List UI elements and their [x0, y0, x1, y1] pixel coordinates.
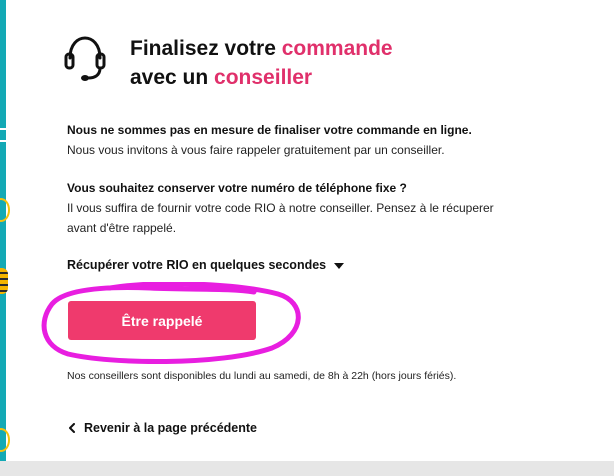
- availability-text: Nos conseillers sont disponibles du lund…: [67, 370, 457, 382]
- title-line1-prefix: Finalisez votre: [130, 37, 282, 60]
- phone-number-block: Vous souhaitez conserver votre numéro de…: [67, 178, 567, 238]
- left-decorative-strip: [0, 0, 6, 461]
- notice-text: Nous vous invitons à vous faire rappeler…: [67, 143, 445, 157]
- decorative-dash: [0, 140, 6, 142]
- callback-button[interactable]: Être rappelé: [68, 301, 256, 340]
- title-line2-accent: conseiller: [214, 66, 313, 89]
- back-link[interactable]: Revenir à la page précédente: [68, 421, 257, 435]
- decorative-bee-icon: [0, 268, 8, 294]
- decorative-dash: [0, 128, 6, 130]
- rio-toggle[interactable]: Récupérer votre RIO en quelques secondes: [67, 258, 345, 272]
- title-line1-accent: commande: [281, 37, 393, 60]
- headset-icon: [64, 36, 106, 81]
- page-title: Finalisez votre commande avec un conseil…: [130, 34, 393, 92]
- phone-number-text-line1: Il vous suffira de fournir votre code RI…: [67, 201, 494, 215]
- phone-number-heading: Vous souhaitez conserver votre numéro de…: [67, 181, 407, 195]
- page: Finalisez votre commande avec un conseil…: [0, 0, 614, 476]
- decorative-shape: [0, 428, 10, 452]
- header: Finalisez votre commande avec un conseil…: [64, 34, 393, 92]
- decorative-shape: [0, 198, 10, 222]
- bottom-band: [0, 461, 614, 476]
- back-link-label: Revenir à la page précédente: [84, 421, 257, 435]
- caret-down-icon: [334, 262, 345, 269]
- notice-heading: Nous ne sommes pas en mesure de finalise…: [67, 123, 472, 137]
- phone-number-text-line2: avant d'être rappelé.: [67, 221, 177, 235]
- chevron-left-icon: [69, 423, 75, 433]
- title-line2-prefix: avec un: [130, 66, 215, 89]
- rio-toggle-label: Récupérer votre RIO en quelques secondes: [67, 258, 327, 272]
- notice-block: Nous ne sommes pas en mesure de finalise…: [67, 120, 567, 160]
